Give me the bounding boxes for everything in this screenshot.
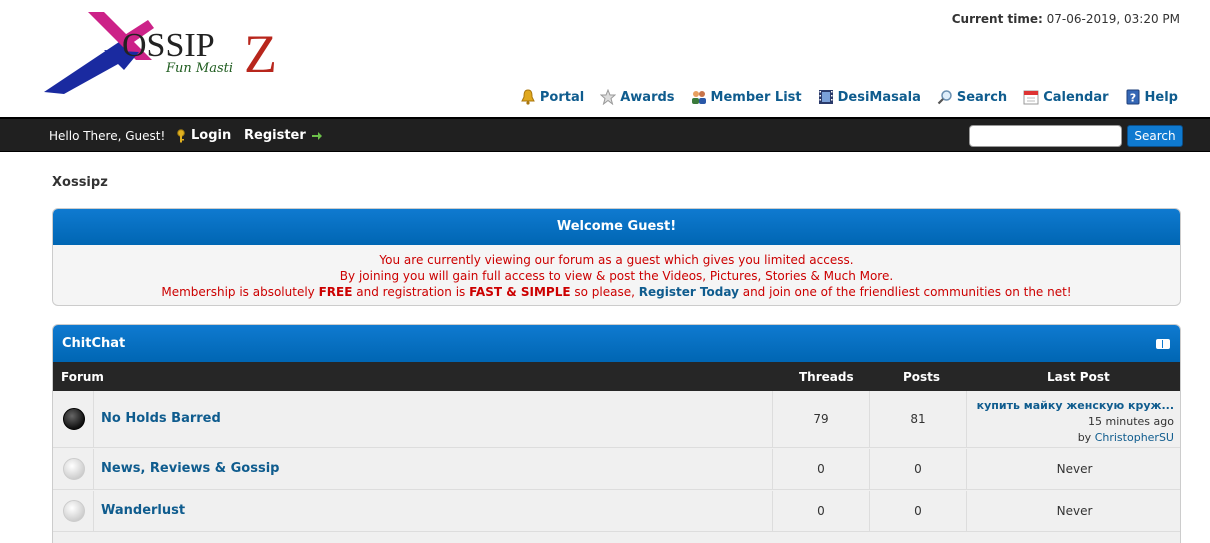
breadcrumb[interactable]: Xossipz	[52, 175, 108, 190]
logo-z-text: Z	[244, 24, 277, 84]
no-new-posts-status-icon	[63, 500, 85, 522]
posts-count: 0	[914, 462, 922, 476]
posts-count: 81	[910, 412, 926, 426]
welcome-line-3-b: and registration is	[352, 285, 470, 299]
new-posts-status-icon	[63, 408, 85, 430]
bell-icon	[521, 89, 535, 105]
logo-tagline: Fun Masti	[165, 61, 233, 76]
menu-calendar[interactable]: Calendar	[1023, 89, 1109, 105]
category-header: ChitChat	[53, 325, 1180, 362]
last-post-never: Never	[1056, 504, 1093, 518]
last-post-by-label: by	[1077, 431, 1092, 444]
star-icon	[600, 89, 617, 105]
menu-search[interactable]: Search	[937, 89, 1007, 105]
category-title[interactable]: ChitChat	[62, 336, 125, 351]
forum-link-news-reviews-gossip[interactable]: News, Reviews & Gossip	[101, 461, 279, 476]
menu-desimasala-label: DesiMasala	[837, 89, 921, 105]
forum-row: Wanderlust 0 0 Never	[53, 491, 1180, 532]
welcome-line-2: By joining you will gain full access to …	[339, 269, 894, 283]
top-menu: Portal Awards Member List DesiMasala Sea…	[520, 89, 1178, 105]
forum-category-chitchat: ChitChat Forum Threads Posts Last Post N…	[52, 324, 1181, 543]
user-panel-bar: Hello There, Guest! Login Register Searc…	[0, 117, 1210, 152]
search-button[interactable]: Search	[1127, 125, 1183, 147]
col-last-post: Last Post	[1047, 370, 1110, 384]
menu-awards-label: Awards	[620, 89, 675, 105]
current-time: Current time: 07-06-2019, 03:20 PM	[952, 12, 1180, 26]
login-link[interactable]: Login	[176, 128, 231, 143]
no-new-posts-status-icon	[63, 458, 85, 480]
welcome-line-3-a: Membership is absolutely	[161, 285, 319, 299]
collapse-icon[interactable]	[1156, 339, 1170, 349]
menu-awards[interactable]: Awards	[600, 89, 675, 105]
help-icon: ?	[1126, 89, 1140, 105]
current-time-value: 07-06-2019, 03:20 PM	[1046, 12, 1180, 26]
welcome-line-3: Membership is absolutely FREE and regist…	[53, 284, 1180, 300]
register-label: Register	[244, 128, 306, 143]
site-logo[interactable]: OSSIP Z Fun Masti	[44, 10, 294, 96]
menu-member-list[interactable]: Member List	[691, 89, 802, 105]
calendar-icon	[1023, 90, 1039, 105]
threads-count: 0	[817, 462, 825, 476]
last-post-author: by ChristopherSU	[1078, 431, 1174, 444]
logo-brand-text: OSSIP	[122, 27, 215, 64]
col-posts: Posts	[903, 370, 941, 384]
last-post-time: 15 minutes ago	[1088, 415, 1174, 428]
menu-help-label: Help	[1144, 89, 1178, 105]
free-text: FREE	[318, 285, 353, 299]
forum-link-wanderlust[interactable]: Wanderlust	[101, 503, 185, 518]
film-icon	[818, 90, 833, 104]
col-threads: Threads	[799, 370, 854, 384]
current-time-label: Current time:	[951, 12, 1043, 26]
register-link[interactable]: Register	[244, 128, 323, 143]
last-post-author-link[interactable]: ChristopherSU	[1095, 431, 1174, 444]
menu-calendar-label: Calendar	[1043, 89, 1109, 105]
menu-desimasala[interactable]: DesiMasala	[818, 89, 921, 105]
users-icon	[691, 91, 706, 104]
forum-column-header: Forum Threads Posts Last Post	[53, 362, 1180, 391]
login-label: Login	[191, 128, 232, 143]
threads-count: 79	[813, 412, 829, 426]
menu-search-label: Search	[956, 89, 1008, 105]
welcome-guest-box: Welcome Guest! You are currently viewing…	[52, 208, 1181, 306]
forum-row: No Holds Barred 79 81 купить майку женск…	[53, 391, 1180, 448]
welcome-line-3-c: so please,	[570, 285, 639, 299]
menu-portal[interactable]: Portal	[520, 89, 584, 105]
menu-help[interactable]: ? Help	[1125, 89, 1178, 105]
welcome-message: You are currently viewing our forum as a…	[53, 245, 1180, 300]
forum-row: News, Reviews & Gossip 0 0 Never	[53, 449, 1180, 490]
svg-text:?: ?	[1129, 92, 1135, 105]
register-today-link[interactable]: Register Today	[639, 285, 739, 299]
menu-member-list-label: Member List	[710, 89, 802, 105]
welcome-line-3-d: and join one of the friendliest communit…	[738, 285, 1072, 299]
welcome-line-1: You are currently viewing our forum as a…	[379, 253, 854, 267]
key-icon	[177, 128, 185, 142]
forum-link-no-holds-barred[interactable]: No Holds Barred	[101, 411, 221, 426]
search-input[interactable]	[969, 125, 1122, 147]
welcome-title: Welcome Guest!	[53, 209, 1180, 245]
arrow-right-icon	[311, 131, 322, 140]
posts-count: 0	[914, 504, 922, 518]
fast-simple-text: FAST & SIMPLE	[469, 285, 571, 299]
last-post-never: Never	[1056, 462, 1093, 476]
guest-greeting: Hello There, Guest!	[49, 129, 166, 143]
magnifier-icon	[937, 90, 952, 105]
menu-portal-label: Portal	[539, 89, 585, 105]
last-post-title-link[interactable]: купить майку женскую круж...	[977, 399, 1174, 412]
threads-count: 0	[817, 504, 825, 518]
col-forum: Forum	[61, 370, 104, 384]
